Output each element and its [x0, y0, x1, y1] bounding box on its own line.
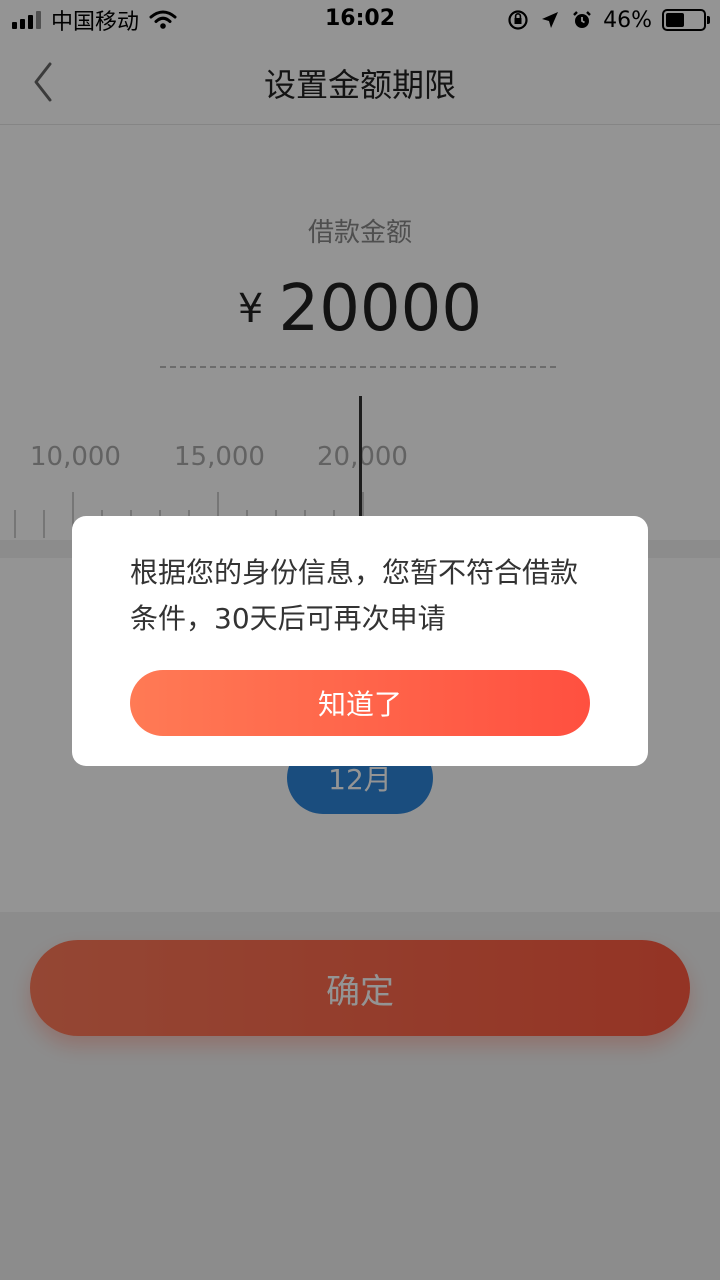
dialog-message: 根据您的身份信息，您暂不符合借款条件，30天后可再次申请	[130, 556, 579, 635]
alert-dialog: 根据您的身份信息，您暂不符合借款条件，30天后可再次申请 知道了	[72, 516, 648, 766]
dialog-ok-button[interactable]: 知道了	[130, 670, 590, 736]
